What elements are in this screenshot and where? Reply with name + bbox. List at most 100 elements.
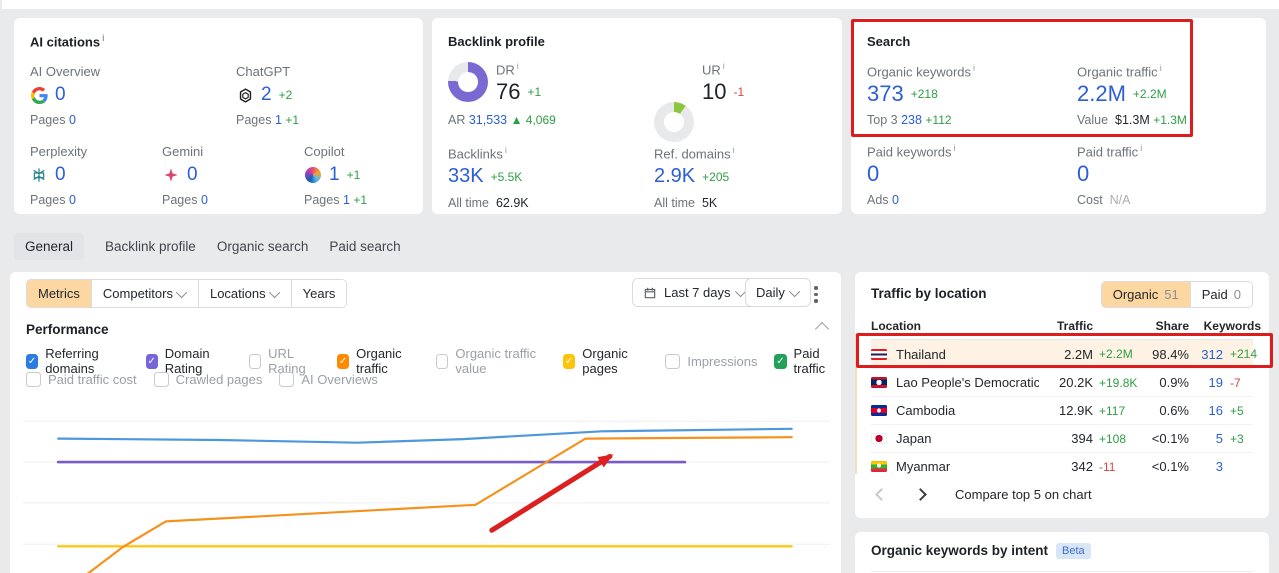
prev-page-button[interactable] — [871, 484, 892, 505]
ads-value[interactable]: 0 — [892, 193, 899, 207]
info-icon[interactable] — [723, 62, 725, 71]
location-name: Cambodia — [896, 403, 956, 418]
info-icon[interactable] — [973, 64, 975, 73]
google-icon — [30, 86, 48, 104]
ads-row: Ads 0 — [867, 193, 899, 207]
metric-value[interactable]: 0 — [187, 164, 198, 186]
traffic-value: 2.2M — [1064, 346, 1093, 362]
traffic-delta: -11 — [1099, 459, 1116, 474]
divider — [871, 571, 1253, 572]
backlinks-value[interactable]: 33K — [448, 165, 484, 188]
ai-metric-ai-overview: AI Overview 0 Pages 0 — [30, 64, 100, 127]
location-row-japan[interactable]: Japan 394 +108 <0.1% 5 +3 — [871, 424, 1253, 452]
paid-keywords-label: Paid keywords — [867, 144, 956, 159]
keywords-link[interactable]: 16 — [1189, 403, 1223, 418]
metric-checkbox-ai-overviews[interactable]: AI Overviews — [279, 372, 378, 387]
toggle-organic[interactable]: Organic 51 — [1101, 282, 1191, 307]
date-range-button[interactable]: Last 7 days — [632, 278, 757, 307]
pages-value[interactable]: 0 — [69, 193, 76, 207]
pages-value[interactable]: 0 — [201, 193, 208, 207]
thailand-flag — [871, 348, 887, 360]
metric-value[interactable]: 2 — [261, 84, 272, 106]
info-icon[interactable] — [1140, 144, 1142, 153]
metric-checkbox-organic-pages[interactable]: ✓ Organic pages — [563, 346, 648, 376]
ref-domains-value[interactable]: 2.9K — [654, 165, 695, 188]
collapse-chevron-icon[interactable] — [814, 321, 830, 337]
toggle-paid[interactable]: Paid 0 — [1190, 282, 1252, 307]
chevron-down-icon — [268, 286, 280, 298]
tab-backlink-profile[interactable]: Backlink profile — [105, 233, 196, 260]
metric-checkbox-paid-traffic-cost[interactable]: Paid traffic cost — [26, 372, 137, 387]
pages-value[interactable]: 1 — [343, 193, 350, 207]
organic-traffic-value[interactable]: 2.2M — [1077, 81, 1126, 107]
chart-line-referring-domains — [57, 427, 793, 444]
segment-competitors[interactable]: Competitors — [91, 280, 199, 307]
segment-years[interactable]: Years — [291, 280, 347, 307]
metric-checkbox-label: Organic traffic value — [455, 346, 537, 376]
metric-checkbox-label: Paid traffic — [793, 346, 826, 376]
location-row-thailand[interactable]: Thailand 2.2M +2.2M 98.4% 312 +214 — [871, 340, 1257, 368]
metric-checkbox-crawled-pages[interactable]: Crawled pages — [153, 372, 262, 387]
chevron-left-icon — [875, 488, 888, 501]
checkbox-icon — [249, 353, 262, 369]
metric-checkbox-impressions[interactable]: Impressions — [665, 353, 757, 369]
metric-checkbox-paid-traffic[interactable]: ✓ Paid traffic — [774, 346, 841, 376]
metric-value[interactable]: 1 — [329, 164, 340, 186]
chevron-down-icon — [175, 286, 188, 298]
info-icon[interactable] — [517, 62, 519, 71]
tab-organic-search[interactable]: Organic search — [217, 233, 309, 260]
share-value: 0.6% — [1159, 403, 1189, 418]
chart-mode-segments: Metrics Competitors Locations Years — [26, 279, 348, 308]
metric-label: Perplexity — [30, 144, 88, 159]
kebab-menu-button[interactable] — [810, 282, 822, 307]
info-icon[interactable] — [733, 146, 735, 155]
panel-title: Organic keywords by intent — [871, 543, 1049, 558]
metric-checkbox-label: Organic pages — [582, 346, 628, 376]
info-icon[interactable] — [102, 34, 105, 43]
table-accent-strip — [855, 334, 857, 474]
location-row-cambodia[interactable]: Cambodia 12.9K +117 0.6% 16 +5 — [871, 396, 1253, 424]
pages-value[interactable]: 0 — [69, 113, 76, 127]
next-page-button[interactable] — [910, 484, 931, 505]
metric-checkbox-organic-traffic-value[interactable]: Organic traffic value — [436, 346, 546, 376]
section-tabs: General Backlink profile Organic search … — [14, 233, 401, 260]
chatgpt-icon — [236, 86, 254, 104]
metric-value[interactable]: 0 — [55, 84, 66, 106]
segment-locations[interactable]: Locations — [198, 280, 292, 307]
granularity-button[interactable]: Daily — [745, 278, 811, 307]
segment-metrics[interactable]: Metrics — [27, 280, 92, 307]
pages-value[interactable]: 1 — [275, 113, 282, 127]
keywords-link[interactable]: 5 — [1189, 431, 1223, 446]
keywords-link[interactable]: 3 — [1189, 459, 1223, 474]
top3-value[interactable]: 238 — [901, 113, 922, 127]
keywords-link[interactable]: 19 — [1189, 375, 1223, 390]
performance-line-chart[interactable] — [15, 395, 830, 573]
ai-metric-chatgpt: ChatGPT 2 +2 Pages 1 +1 — [236, 64, 299, 127]
paid-traffic-value[interactable]: 0 — [1077, 161, 1089, 187]
info-icon[interactable] — [505, 146, 507, 155]
search-card: Search Organic keywords 373 +218 Top 3 2… — [851, 18, 1266, 214]
ref-domains-delta: +205 — [702, 169, 730, 184]
ur-label: UR — [702, 62, 725, 77]
keywords-delta: +3 — [1230, 431, 1244, 446]
chevron-down-icon — [788, 285, 801, 297]
ar-row: AR 31,533 ▲ 4,069 — [448, 113, 556, 127]
organic-keywords-value[interactable]: 373 — [867, 81, 904, 107]
location-table-header: Location Traffic Share Keywords — [871, 316, 1261, 340]
compare-top5-label: Compare top 5 on chart — [955, 487, 1092, 502]
location-row-lao-people-s-democratic-reput[interactable]: Lao People's Democratic Reput 20.2K +19.8K… — [871, 368, 1253, 396]
backlinks-delta: +5.5K — [490, 169, 523, 184]
info-icon[interactable] — [1160, 64, 1162, 73]
location-row-myanmar[interactable]: Myanmar 342 -11 <0.1% 3 — [871, 452, 1253, 480]
dr-donut-chart — [448, 62, 488, 102]
organic-keywords-delta: +218 — [910, 87, 938, 101]
info-icon[interactable] — [954, 144, 956, 153]
ar-value[interactable]: 31,533 — [469, 113, 507, 127]
paid-keywords-value[interactable]: 0 — [867, 161, 879, 187]
tab-paid-search[interactable]: Paid search — [329, 233, 400, 260]
location-name: Lao People's Democratic Reput — [896, 375, 1039, 390]
keywords-link[interactable]: 312 — [1189, 347, 1223, 362]
tab-general[interactable]: General — [14, 233, 85, 260]
keywords-by-intent-panel: Organic keywords by intent Beta — [855, 532, 1269, 573]
metric-value[interactable]: 0 — [55, 164, 66, 186]
